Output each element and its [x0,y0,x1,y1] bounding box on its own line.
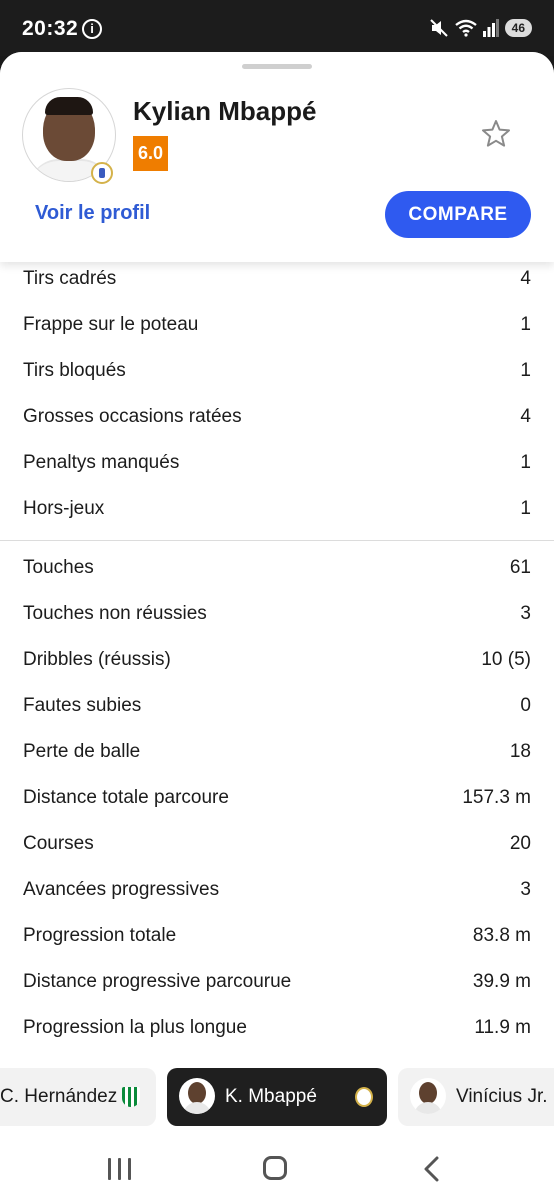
stat-row: Tirs bloqués 1 [0,348,554,394]
stat-value: 11.9 m [474,1017,531,1038]
stat-row: Grosses occasions ratées 4 [0,394,554,440]
stat-row: Avancées progressives 3 [0,867,554,913]
stat-label: Frappe sur le poteau [23,314,199,335]
stat-row: Distance progressive parcourue 39.9 m [0,959,554,1005]
stat-label: Progression totale [23,925,177,946]
info-icon: i [82,19,102,39]
stat-value: 10 (5) [481,649,531,670]
stat-row: Progression totale 83.8 m [0,913,554,959]
view-profile-link[interactable]: Voir le profil [35,202,150,225]
compare-button[interactable]: COMPARE [385,191,531,238]
stat-value: 20 [509,833,531,854]
home-icon[interactable] [263,1156,287,1180]
section-divider [0,540,554,541]
stat-row: Frappe sur le poteau 1 [0,302,554,348]
stat-row: Dribbles (réussis) 10 (5) [0,637,554,683]
stat-value: 83.8 m [472,925,531,946]
stat-label: Penaltys manqués [23,452,180,473]
stat-row: Tirs cadrés 4 [0,256,554,302]
stat-label: Tirs bloqués [23,360,126,381]
shooting-stats: Tirs cadrés 4 Frappe sur le poteau 1 Tirs bl… [0,256,554,532]
stat-row: Distance totale parcoure 157.3 m [0,775,554,821]
player-avatar-small [410,1078,446,1114]
drag-handle[interactable] [242,64,312,69]
stat-label: Distance totale parcoure [23,787,229,808]
player-chip-name: K. Mbappé [225,1086,317,1107]
signal-icon [482,19,499,37]
stat-label: Distance progressive parcourue [23,971,292,992]
real-madrid-crest-icon [355,1087,373,1107]
battery-icon: 46 [504,19,532,37]
back-icon[interactable] [420,1156,444,1182]
player-stats-sheet: Kylian Mbappé 6.0 Voir le profil COMPARE… [0,52,554,1200]
stat-label: Fautes subies [23,695,142,716]
stat-label: Touches non réussies [23,603,207,624]
stat-value: 1 [520,498,531,519]
stat-value: 157.3 m [462,787,531,808]
player-name: Kylian Mbappé [133,96,317,126]
status-icons: 46 [429,18,532,38]
stat-label: Touches [23,557,94,578]
stat-row: Touches non réussies 3 [0,591,554,637]
stat-label: Progression la plus longue [23,1017,247,1038]
player-chip-name: C. Hernández [0,1086,118,1107]
stat-value: 3 [520,603,531,624]
stat-label: Perte de balle [23,741,141,762]
club-crest-icon [91,162,113,184]
wifi-icon [454,19,477,37]
player-avatar-small [179,1078,215,1114]
stat-label: Grosses occasions ratées [23,406,242,427]
rating-badge: 6.0 [133,136,168,171]
status-time: 20:32 [22,17,79,40]
stats-list: Tirs cadrés 4 Frappe sur le poteau 1 Tirs bl… [0,256,554,1051]
stat-row: Perte de balle 18 [0,729,554,775]
player-header: Kylian Mbappé 6.0 Voir le profil COMPARE [0,52,554,262]
player-chip-name: Vinícius Jr. [456,1086,548,1107]
betis-crest-icon [122,1087,140,1107]
recent-apps-icon[interactable] [108,1158,132,1180]
stat-row: Progression la plus longue 11.9 m [0,1005,554,1051]
stat-row: Fautes subies 0 [0,683,554,729]
possession-stats: Touches 61 Touches non réussies 3 Dribbles (… [0,545,554,1051]
status-bar: 20:32 i 46 [0,0,554,56]
stat-value: 4 [520,268,531,289]
stat-value: 1 [520,314,531,335]
system-nav-bar [0,1136,554,1200]
stat-row: Hors-jeux 1 [0,486,554,532]
stat-label: Avancées progressives [23,879,220,900]
stat-row: Penaltys manqués 1 [0,440,554,486]
stat-value: 61 [509,557,531,578]
stat-label: Dribbles (réussis) [23,649,171,670]
stat-value: 4 [520,406,531,427]
stat-label: Tirs cadrés [23,268,117,289]
stat-value: 0 [520,695,531,716]
stat-row: Courses 20 [0,821,554,867]
stat-row: Touches 61 [0,545,554,591]
stat-value: 3 [520,879,531,900]
player-chip-hernandez[interactable]: C. Hernández [0,1068,156,1126]
favorite-star-icon[interactable] [480,118,512,150]
stat-label: Hors-jeux [23,498,105,519]
mute-icon [429,19,448,37]
stat-value: 18 [509,741,531,762]
stat-label: Courses [23,833,94,854]
stat-value: 1 [520,360,531,381]
player-chip-vinicius[interactable]: Vinícius Jr. [398,1068,554,1126]
stat-value: 1 [520,452,531,473]
player-chip-mbappe[interactable]: K. Mbappé [167,1068,387,1126]
player-switcher: C. Hernández K. Mbappé Vinícius Jr. [0,1064,554,1136]
stat-value: 39.9 m [472,971,531,992]
